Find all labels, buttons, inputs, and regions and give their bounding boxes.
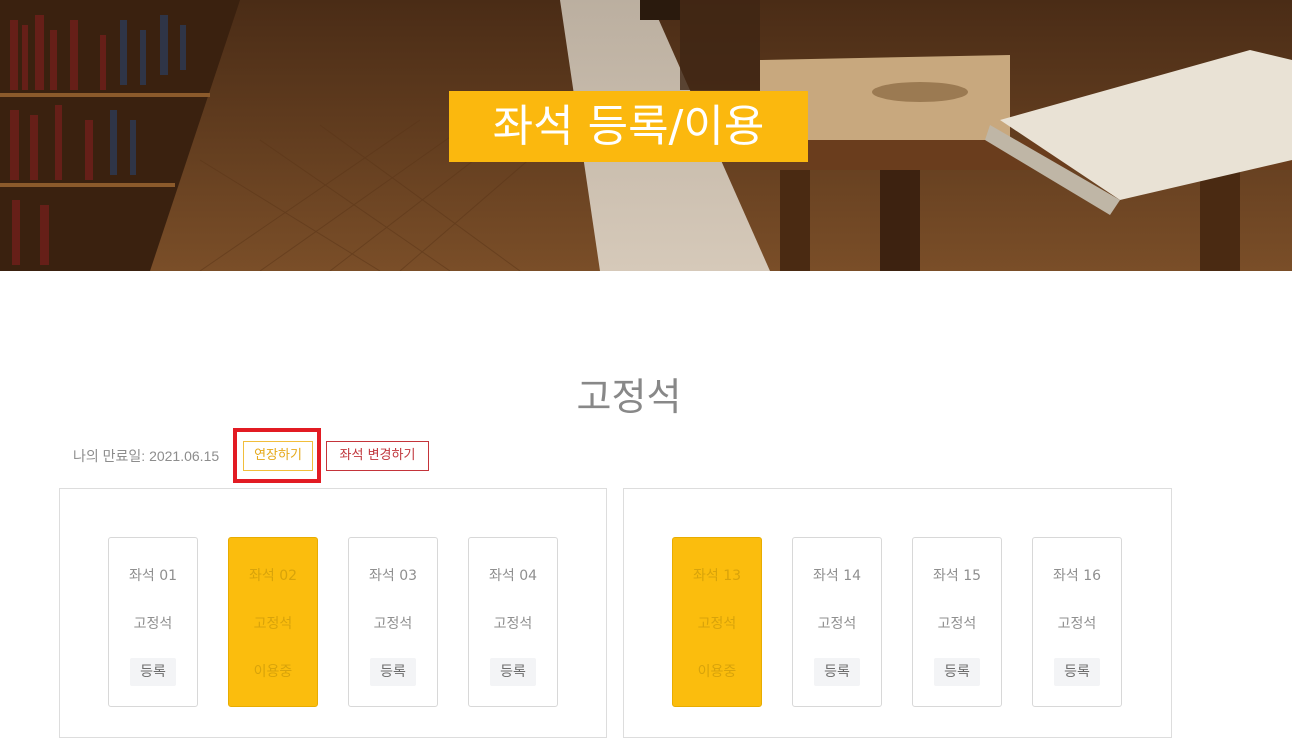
seat-name: 좌석 13 — [692, 568, 742, 584]
register-button[interactable]: 등록 — [934, 658, 980, 686]
seat-status-in-use: 이용중 — [697, 664, 737, 680]
seat-card[interactable]: 좌석 16 고정석 등록 — [1032, 537, 1122, 707]
register-button[interactable]: 등록 — [1054, 658, 1100, 686]
seat-type: 고정석 — [937, 616, 977, 632]
hero-banner: 좌석 등록/이용 — [0, 0, 1292, 271]
seat-status-in-use: 이용중 — [253, 664, 293, 680]
seat-name: 좌석 04 — [488, 568, 538, 584]
seat-card[interactable]: 좌석 02 고정석 이용중 — [228, 537, 318, 707]
seat-panel-right: 좌석 13 고정석 이용중 좌석 14 고정석 등록 좌석 15 고정석 등록 … — [623, 488, 1172, 738]
page-title: 좌석 등록/이용 — [449, 91, 808, 162]
register-button[interactable]: 등록 — [814, 658, 860, 686]
seat-card[interactable]: 좌석 03 고정석 등록 — [348, 537, 438, 707]
seat-name: 좌석 15 — [932, 568, 982, 584]
seat-type: 고정석 — [493, 616, 533, 632]
seat-type: 고정석 — [373, 616, 413, 632]
seat-card[interactable]: 좌석 15 고정석 등록 — [912, 537, 1002, 707]
seat-name: 좌석 16 — [1052, 568, 1102, 584]
seat-type: 고정석 — [253, 616, 293, 632]
register-button[interactable]: 등록 — [130, 658, 176, 686]
seat-card[interactable]: 좌석 14 고정석 등록 — [792, 537, 882, 707]
seat-type: 고정석 — [133, 616, 173, 632]
extend-button-highlight-box — [233, 428, 321, 483]
expiry-date-text: 나의 만료일: 2021.06.15 — [73, 448, 220, 464]
seat-card[interactable]: 좌석 13 고정석 이용중 — [672, 537, 762, 707]
section-title: 고정석 — [576, 375, 682, 419]
seat-name: 좌석 14 — [812, 568, 862, 584]
seat-card[interactable]: 좌석 01 고정석 등록 — [108, 537, 198, 707]
register-button[interactable]: 등록 — [490, 658, 536, 686]
seat-name: 좌석 01 — [128, 568, 178, 584]
register-button[interactable]: 등록 — [370, 658, 416, 686]
seat-panel-left: 좌석 01 고정석 등록 좌석 02 고정석 이용중 좌석 03 고정석 등록 … — [59, 488, 607, 738]
seat-type: 고정석 — [697, 616, 737, 632]
seat-name: 좌석 02 — [248, 568, 298, 584]
seat-type: 고정석 — [1057, 616, 1097, 632]
change-seat-button[interactable]: 좌석 변경하기 — [326, 441, 429, 471]
seat-name: 좌석 03 — [368, 568, 418, 584]
seat-card[interactable]: 좌석 04 고정석 등록 — [468, 537, 558, 707]
seat-type: 고정석 — [817, 616, 857, 632]
